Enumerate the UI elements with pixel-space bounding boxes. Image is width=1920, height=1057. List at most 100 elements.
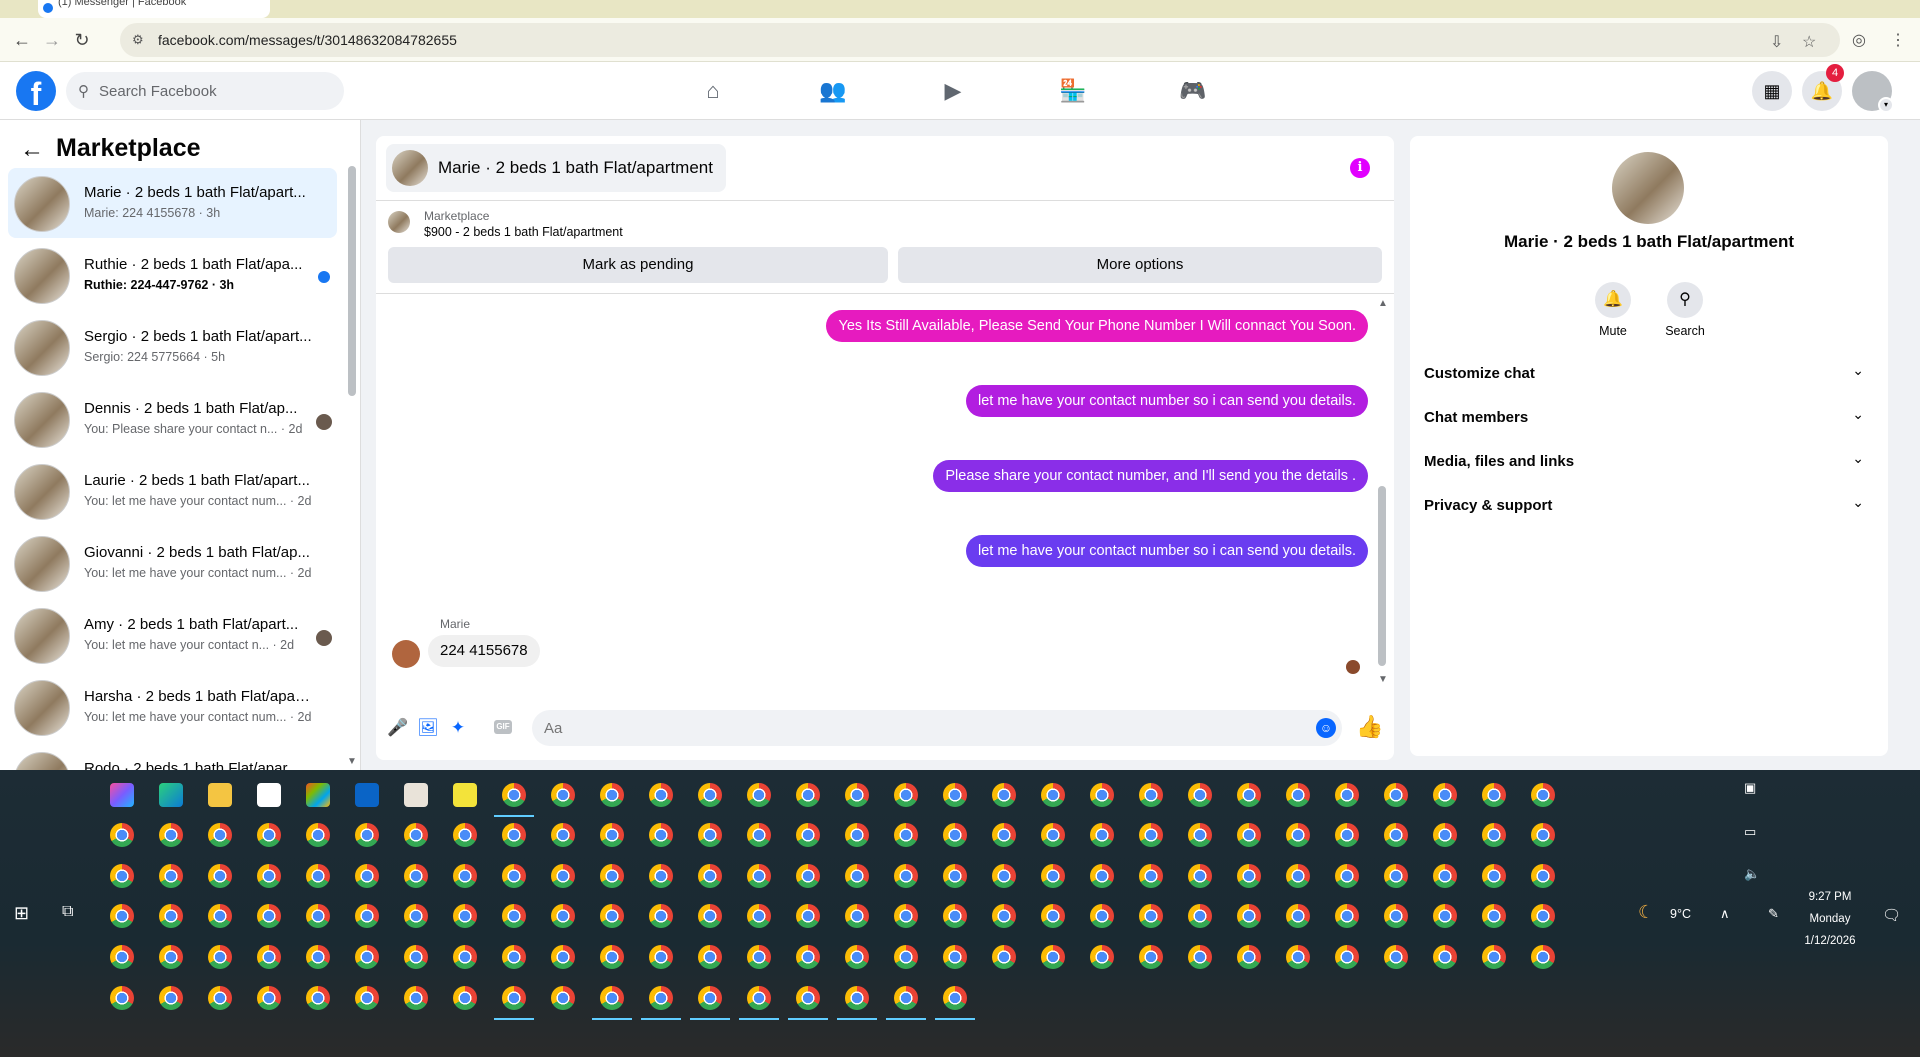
chrome-app-icon[interactable] <box>1090 904 1114 928</box>
chrome-app-icon[interactable] <box>894 904 918 928</box>
chrome-app-icon[interactable] <box>306 945 330 969</box>
chrome-app-icon[interactable] <box>1139 783 1163 807</box>
chrome-app-icon[interactable] <box>551 986 575 1010</box>
chrome-app-icon[interactable] <box>649 783 673 807</box>
chrome-app-icon[interactable] <box>894 783 918 807</box>
chrome-app-icon[interactable] <box>1335 945 1359 969</box>
chrome-app-icon[interactable] <box>1286 864 1310 888</box>
chrome-app-icon[interactable] <box>208 864 232 888</box>
chrome-app-icon[interactable] <box>1384 783 1408 807</box>
chrome-app-icon[interactable] <box>1384 945 1408 969</box>
chrome-app-icon[interactable] <box>1433 904 1457 928</box>
video-icon[interactable]: ▶ <box>936 74 970 108</box>
chrome-app-icon[interactable] <box>159 904 183 928</box>
chrome-app-icon[interactable] <box>1188 864 1212 888</box>
notification-center-icon[interactable]: 🗨 <box>1882 906 1901 924</box>
chrome-app-icon[interactable] <box>494 783 534 817</box>
chrome-app-icon[interactable] <box>1482 783 1506 807</box>
chrome-app-icon[interactable] <box>1335 904 1359 928</box>
chrome-app-icon[interactable] <box>894 945 918 969</box>
search-button[interactable]: ⚲ Search <box>1650 282 1720 338</box>
chrome-app-icon[interactable] <box>796 945 820 969</box>
chrome-app-icon[interactable] <box>502 945 526 969</box>
chrome-app-icon[interactable] <box>943 904 967 928</box>
back-icon[interactable]: ← <box>10 28 34 52</box>
forward-icon[interactable]: → <box>40 28 64 52</box>
chrome-app-icon[interactable] <box>943 945 967 969</box>
chrome-app-icon[interactable] <box>1139 823 1163 847</box>
chrome-app-icon[interactable] <box>796 864 820 888</box>
menu-grid-icon[interactable]: ▦ <box>1752 71 1792 111</box>
chrome-app-icon[interactable] <box>943 864 967 888</box>
chrome-app-icon[interactable] <box>1531 864 1555 888</box>
chrome-app-icon[interactable] <box>894 864 918 888</box>
chrome-app-icon[interactable] <box>641 986 681 1020</box>
chrome-app-icon[interactable] <box>1335 823 1359 847</box>
chrome-app-icon[interactable] <box>1237 864 1261 888</box>
chrome-app-icon[interactable] <box>110 823 134 847</box>
section-privacy-support[interactable]: Privacy & support ⌄ <box>1424 488 1872 524</box>
chrome-app-icon[interactable] <box>747 945 771 969</box>
browser-tab[interactable]: (1) Messenger | Facebook <box>38 0 270 18</box>
chrome-app-icon[interactable] <box>453 864 477 888</box>
chrome-app-icon[interactable] <box>600 945 624 969</box>
scroll-up-icon[interactable]: ▲ <box>1378 298 1388 309</box>
site-info-icon[interactable]: ⚙ <box>132 32 148 48</box>
chrome-app-icon[interactable] <box>1237 945 1261 969</box>
chrome-app-icon[interactable] <box>1433 864 1457 888</box>
chrome-app-icon[interactable] <box>1237 783 1261 807</box>
conversation-item[interactable]: Amy · 2 beds 1 bath Flat/apart... You: l… <box>8 600 337 670</box>
message-input[interactable] <box>532 710 1342 746</box>
chrome-app-icon[interactable] <box>1531 945 1555 969</box>
amazon-app-icon[interactable] <box>257 783 281 807</box>
new-tab-button[interactable] <box>274 0 282 18</box>
chrome-app-icon[interactable] <box>355 864 379 888</box>
chrome-app-icon[interactable] <box>1433 783 1457 807</box>
chrome-app-icon[interactable] <box>747 783 771 807</box>
chrome-app-icon[interactable] <box>935 986 975 1020</box>
chrome-app-icon[interactable] <box>649 945 673 969</box>
conversation-item[interactable]: Rodo · 2 beds 1 bath Flat/apar... <box>8 744 337 770</box>
chrome-app-icon[interactable] <box>551 823 575 847</box>
chrome-app-icon[interactable] <box>257 945 281 969</box>
chrome-app-icon[interactable] <box>943 823 967 847</box>
chrome-app-icon[interactable] <box>208 904 232 928</box>
back-arrow-icon[interactable]: ← <box>20 136 44 164</box>
chrome-app-icon[interactable] <box>208 986 232 1010</box>
chrome-app-icon[interactable] <box>1188 945 1212 969</box>
chrome-app-icon[interactable] <box>1041 864 1065 888</box>
mark-pending-button[interactable]: Mark as pending <box>388 247 888 283</box>
chrome-app-icon[interactable] <box>943 783 967 807</box>
chrome-app-icon[interactable] <box>1482 945 1506 969</box>
scroll-down-icon[interactable]: ▼ <box>347 756 357 767</box>
chrome-app-icon[interactable] <box>551 864 575 888</box>
conversation-item[interactable]: Laurie · 2 beds 1 bath Flat/apart... You… <box>8 456 337 526</box>
chrome-app-icon[interactable] <box>159 864 183 888</box>
chrome-app-icon[interactable] <box>1335 783 1359 807</box>
chrome-app-icon[interactable] <box>788 986 828 1020</box>
chrome-app-icon[interactable] <box>747 904 771 928</box>
chat-header[interactable]: Marie · 2 beds 1 bath Flat/apartment <box>386 144 726 192</box>
install-app-icon[interactable]: ⇩ <box>1770 32 1783 52</box>
friends-icon[interactable]: 👥 <box>816 74 850 108</box>
chrome-app-icon[interactable] <box>649 823 673 847</box>
chrome-app-icon[interactable] <box>600 864 624 888</box>
chrome-app-icon[interactable] <box>845 904 869 928</box>
photo-icon[interactable]: 🖼 <box>416 716 440 740</box>
file-explorer-app-icon[interactable] <box>208 783 232 807</box>
chrome-app-icon[interactable] <box>739 986 779 1020</box>
chrome-app-icon[interactable] <box>1041 823 1065 847</box>
chrome-app-icon[interactable] <box>1286 945 1310 969</box>
outlook-app-icon[interactable] <box>355 783 379 807</box>
chrome-app-icon[interactable] <box>355 986 379 1010</box>
chrome-app-icon[interactable] <box>894 823 918 847</box>
sticker-icon[interactable]: ✦ <box>446 716 470 740</box>
sticky-notes-app-icon[interactable] <box>453 783 477 807</box>
chrome-app-icon[interactable] <box>110 945 134 969</box>
system-clock[interactable]: 9:27 PM Monday 1/12/2026 <box>1790 886 1870 952</box>
chrome-app-icon[interactable] <box>1139 904 1163 928</box>
chrome-app-icon[interactable] <box>404 823 428 847</box>
chrome-app-icon[interactable] <box>306 986 330 1010</box>
chrome-app-icon[interactable] <box>502 904 526 928</box>
chrome-app-icon[interactable] <box>355 904 379 928</box>
